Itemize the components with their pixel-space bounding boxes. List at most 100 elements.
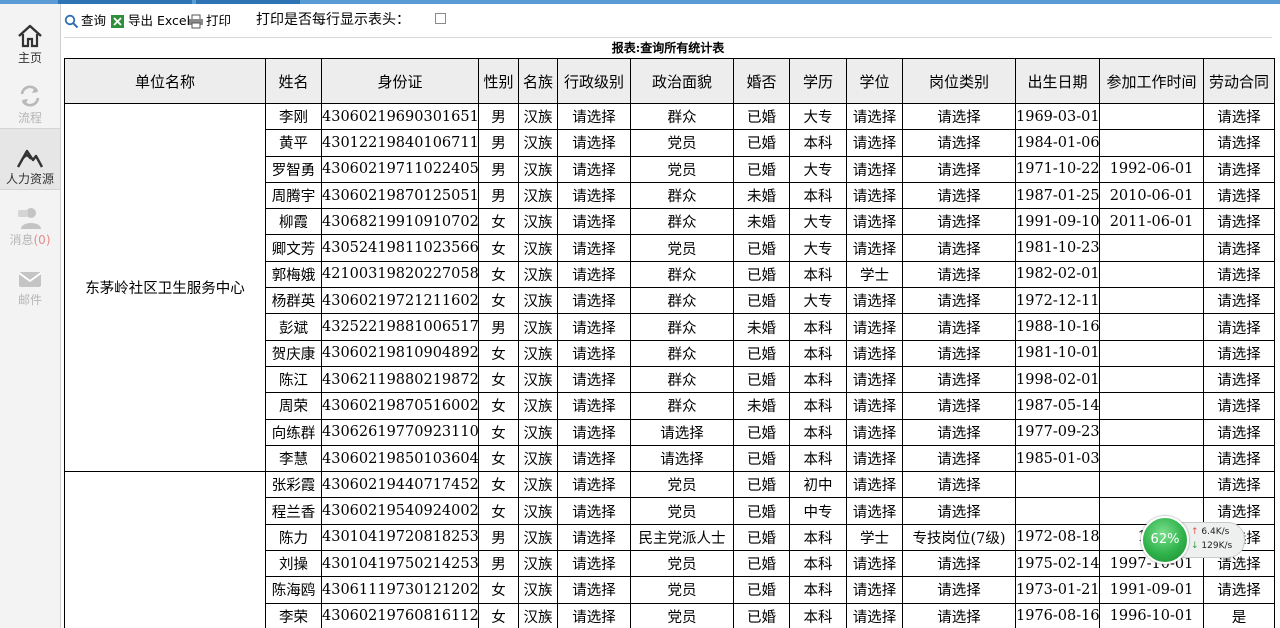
sidebar-item-label: 主页 <box>17 51 42 65</box>
table-cell: 430602198501036047 <box>321 444 479 473</box>
sidebar-item-home[interactable]: 主页 <box>0 8 60 66</box>
table-cell: 请选择 <box>902 208 1016 236</box>
table-cell: 女 <box>478 234 519 262</box>
table-cell: 女 <box>478 497 519 525</box>
column-header: 参加工作时间 <box>1099 58 1204 104</box>
table-cell: 未婚 <box>733 392 790 420</box>
table-cell: 1969-03-01 <box>1015 102 1100 131</box>
table-cell: 430104197502142539 <box>321 550 479 578</box>
table-cell: 请选择 <box>902 313 1016 341</box>
table-cell: 1972-12-11 <box>1015 287 1100 315</box>
table-cell: 本科 <box>789 602 847 628</box>
table-body: 东茅岭社区卫生服务中心 李刚 430602196903016517 男汉族 请选择 群众已… <box>64 102 1275 628</box>
table-cell: 汉族 <box>518 418 558 446</box>
message-count-badge: (0) <box>33 233 51 247</box>
table-cell: 430626197709231104 <box>321 418 479 446</box>
table-cell: 女 <box>478 287 519 315</box>
table-cell: 430602197608161126 <box>321 602 479 628</box>
table-cell: 已婚 <box>733 260 790 289</box>
report-title: 报表:查询所有统计表 <box>64 37 1272 58</box>
print-button[interactable]: 打印 <box>188 12 231 30</box>
table-cell: 男 <box>478 155 519 183</box>
column-header: 单位名称 <box>64 58 266 104</box>
table-cell: 汉族 <box>518 365 558 394</box>
table-cell: 1987-01-25 <box>1015 181 1100 210</box>
sidebar-item-label: 人力资源 <box>5 172 54 186</box>
table-cell <box>1099 129 1204 157</box>
table-cell: 请选择 <box>1203 444 1275 473</box>
print-header-checkbox[interactable] <box>435 13 446 24</box>
table-cell: 1991-09-01 <box>1099 576 1204 604</box>
printer-icon <box>189 14 203 29</box>
table-cell: 党员 <box>630 602 734 628</box>
table-cell: 已婚 <box>733 129 790 157</box>
table-cell: 郭梅娥 <box>265 260 322 289</box>
top-tab-1[interactable] <box>58 0 192 4</box>
query-button[interactable]: 查询 <box>64 12 106 30</box>
people-icon <box>16 149 44 168</box>
table-cell: 已婚 <box>733 576 790 604</box>
excel-icon <box>111 15 124 28</box>
table-cell: 请选择 <box>630 418 734 446</box>
sidebar-item-hr[interactable]: 人力资源 <box>0 128 60 190</box>
table-cell: 已婚 <box>733 497 790 525</box>
table-cell: 女 <box>478 444 519 473</box>
table-row[interactable]: 张彩霞 43060219440717452 女汉族 请选择 党员 已婚 初中 请选择 请选择 请选… <box>64 471 1275 628</box>
table-cell: 请选择 <box>1203 102 1275 131</box>
table-cell: 是 <box>1203 602 1275 628</box>
table-cell: 男 <box>478 523 519 552</box>
table-cell: 汉族 <box>518 392 558 420</box>
report-table-container[interactable]: 单位名称 姓名 身份证 性别 名族 行政级别 政治面貌 婚否 学历 学位 岗位类别 出生日期 参加工作时… <box>64 58 1280 628</box>
table-cell: 请选择 <box>902 102 1016 131</box>
table-cell: 请选择 <box>902 418 1016 446</box>
table-cell: 430602198109048924 <box>321 339 479 367</box>
sidebar-item-workflow[interactable]: 流程 <box>0 68 60 126</box>
table-cell: 女 <box>478 602 519 628</box>
table-cell: 请选择 <box>846 550 903 578</box>
table-cell: 党员 <box>630 576 734 604</box>
print-label: 打印 <box>206 13 232 28</box>
table-cell: 汉族 <box>518 444 558 473</box>
table-cell: 本科 <box>789 339 847 367</box>
table-cell: 请选择 <box>846 234 903 262</box>
table-cell: 请选择 <box>557 471 631 499</box>
table-cell: 汉族 <box>518 471 558 499</box>
table-cell: 已婚 <box>733 155 790 183</box>
table-cell: 请选择 <box>902 497 1016 525</box>
network-usage-ball[interactable]: 62% <box>1141 516 1189 564</box>
table-cell: 1976-08-16 <box>1015 602 1100 628</box>
table-cell: 汉族 <box>518 339 558 367</box>
table-cell: 2010-06-01 <box>1099 181 1204 210</box>
export-excel-button[interactable]: 导出 Excel <box>110 12 190 30</box>
table-cell: 本科 <box>789 550 847 578</box>
table-cell: 请选择 <box>902 129 1016 157</box>
table-cell: 党员 <box>630 155 734 183</box>
table-row[interactable]: 东茅岭社区卫生服务中心 李刚 430602196903016517 男汉族 请选择 群众已… <box>64 102 1275 473</box>
top-tab-2[interactable] <box>196 0 300 4</box>
table-cell: 请选择 <box>846 129 903 157</box>
table-cell: 男 <box>478 550 519 578</box>
sidebar-item-messages[interactable]: 消息(0) <box>0 190 60 248</box>
table-cell: 大专 <box>789 155 847 183</box>
table-cell: 张彩霞 <box>265 471 322 499</box>
table-cell: 汉族 <box>518 102 558 131</box>
table-cell: 1998-02-01 <box>1015 365 1100 394</box>
column-header: 姓名 <box>265 58 322 104</box>
table-cell: 初中 <box>789 471 847 499</box>
table-cell: 女 <box>478 208 519 236</box>
table-cell: 请选择 <box>557 313 631 341</box>
table-cell: 请选择 <box>557 260 631 289</box>
table-cell: 请选择 <box>1203 181 1275 210</box>
download-speed: 129K/s <box>1201 541 1233 551</box>
table-cell <box>1099 260 1204 289</box>
table-cell: 请选择 <box>557 181 631 210</box>
table-cell: 党员 <box>630 471 734 499</box>
network-meter[interactable]: 62% ↑ 6.4K/s ↓ 129K/s <box>1141 516 1245 564</box>
sidebar-item-mail[interactable]: 邮件 <box>0 250 60 308</box>
table-cell: 男 <box>478 313 519 341</box>
report-table: 单位名称 姓名 身份证 性别 名族 行政级别 政治面貌 婚否 学历 学位 岗位类别 出生日期 参加工作时… <box>64 58 1275 628</box>
column-header: 出生日期 <box>1015 58 1100 104</box>
table-cell: 党员 <box>630 234 734 262</box>
table-cell: 请选择 <box>557 155 631 183</box>
table-cell: 汉族 <box>518 576 558 604</box>
